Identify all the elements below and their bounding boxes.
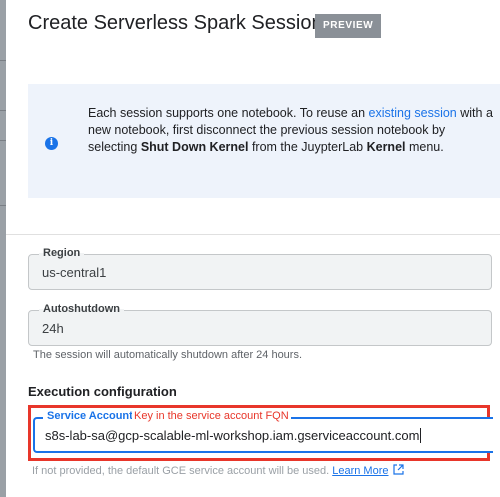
service-account-hint-text: If not provided, the default GCE service… [32,465,330,477]
service-account-text: s8s-lab-sa@gcp-scalable-ml-workshop.iam.… [45,428,420,443]
service-account-value[interactable]: s8s-lab-sa@gcp-scalable-ml-workshop.iam.… [45,428,422,443]
autoshutdown-hint: The session will automatically shutdown … [33,349,303,361]
section-divider [6,234,500,235]
learn-more-link[interactable]: Learn More [332,465,388,477]
autoshutdown-value: 24h [42,321,64,336]
info-icon: i [45,137,58,150]
autoshutdown-field[interactable]: Autoshutdown 24h [28,303,492,346]
text-caret [420,428,422,443]
kernel-menu-text: Kernel [366,140,406,154]
info-banner: i Each session supports one notebook. To… [28,84,500,198]
service-account-input[interactable]: Service Account s8s-lab-sa@gcp-scalable-… [33,410,493,453]
region-field[interactable]: Region us-central1 [28,247,492,290]
service-account-hint: If not provided, the default GCE service… [32,464,404,477]
info-text-part: menu. [405,140,444,154]
region-label: Region [39,247,85,259]
annotation-note: Key in the service account FQN [132,410,291,422]
info-text: Each session supports one notebook. To r… [88,105,496,156]
info-text-part: Each session supports one notebook. To r… [88,106,369,120]
info-text-part: from the JuypterLab [248,140,367,154]
region-value: us-central1 [42,265,107,280]
preview-badge: PREVIEW [315,14,382,38]
dialog-title: Create Serverless Spark Session [28,12,323,34]
execution-config-heading: Execution configuration [28,384,177,399]
existing-session-link[interactable]: existing session [369,106,457,120]
service-account-label: Service Account [43,410,137,422]
shut-down-kernel-text: Shut Down Kernel [140,140,249,154]
left-rail [0,0,6,497]
external-link-icon[interactable] [392,464,404,475]
autoshutdown-label: Autoshutdown [39,303,124,315]
